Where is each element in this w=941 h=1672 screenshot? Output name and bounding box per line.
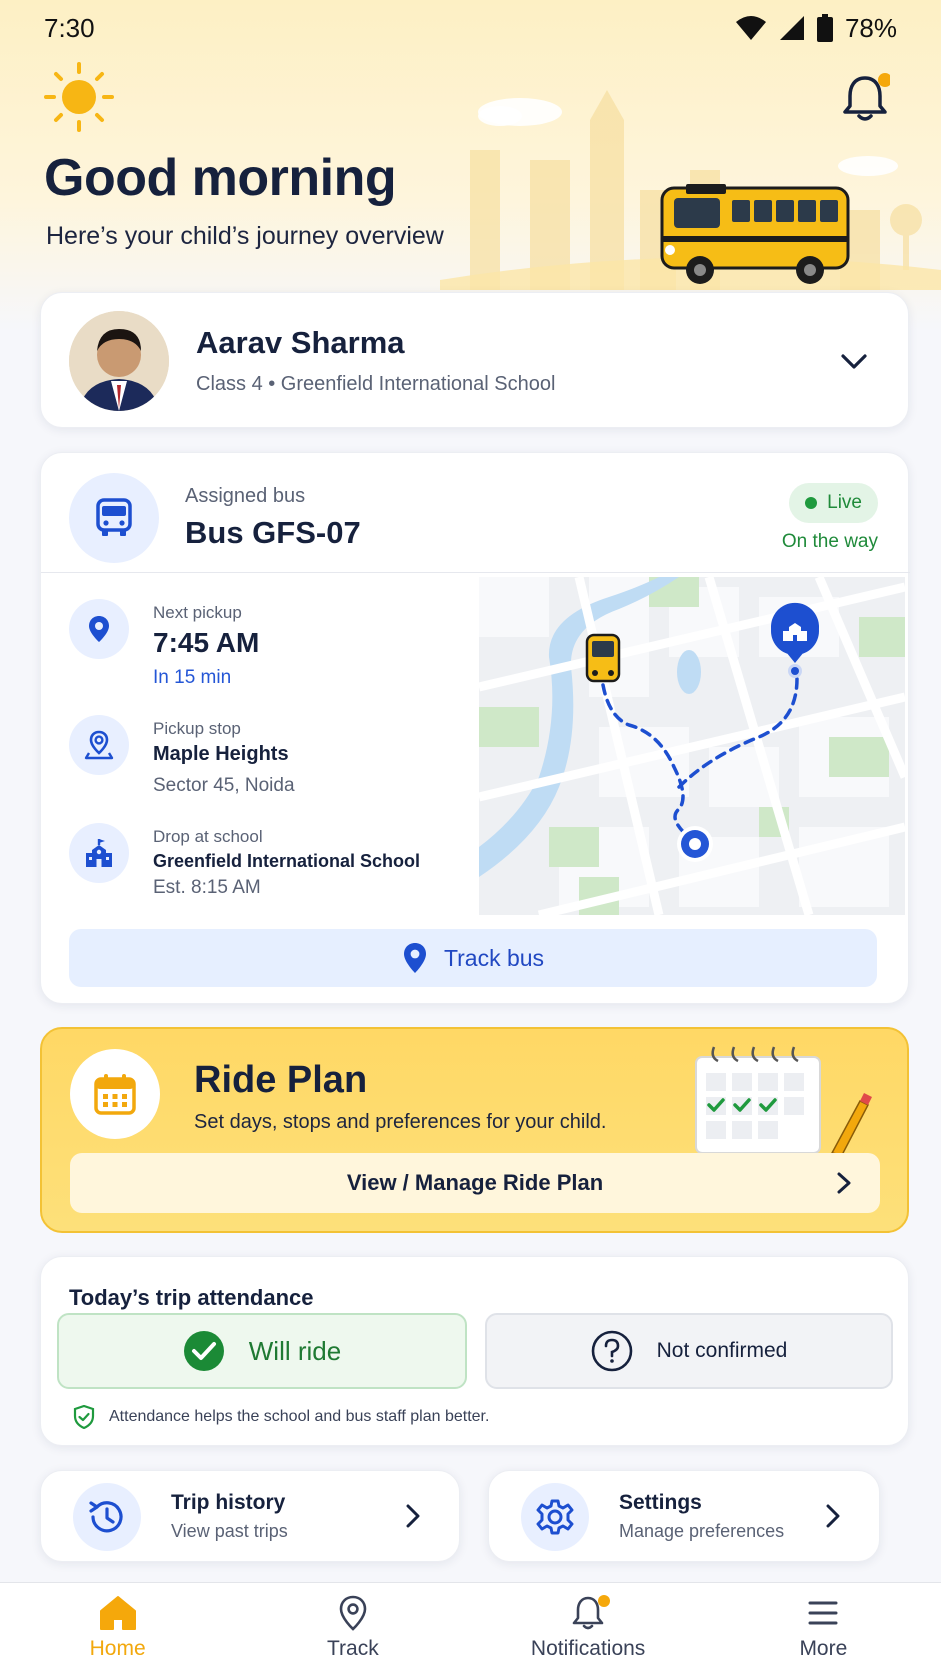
location-pin-icon: [339, 1595, 367, 1631]
pickup-stop-label: Pickup stop: [153, 719, 241, 738]
attendance-card: Today’s trip attendance Will ride Not co…: [40, 1256, 909, 1446]
nav-more[interactable]: More: [706, 1583, 941, 1672]
drop-eta: Est. 8:15 AM: [153, 877, 261, 898]
attendance-note: Attendance helps the school and bus staf…: [73, 1405, 489, 1429]
settings-subtitle: Manage preferences: [619, 1521, 785, 1541]
trip-history-title: Trip history: [171, 1491, 286, 1514]
notification-dot: [598, 1595, 611, 1607]
status-bar: 7:30 78%: [0, 0, 941, 56]
pickup-stop-area: Sector 45, Noida: [153, 775, 295, 796]
child-class-school: Class 4 • Greenfield International Schoo…: [196, 373, 556, 395]
chevron-right-icon: [826, 1504, 840, 1528]
school-bus-illustration: [660, 184, 850, 284]
ride-plan-card: Ride Plan Set days, stops and preference…: [40, 1027, 909, 1233]
bus-marker-icon: [585, 633, 621, 683]
check-circle-icon: [183, 1331, 224, 1371]
pickup-stop-name: Maple Heights: [153, 743, 289, 765]
calendar-icon: [94, 1074, 136, 1115]
pickup-stop-icon: [84, 730, 114, 760]
bus-number: Bus GFS-07: [185, 515, 361, 550]
track-bus-button[interactable]: Track bus: [69, 929, 877, 987]
school-icon: [86, 839, 112, 867]
bus-status-card: Assigned bus Bus GFS-07 Live On the way …: [40, 452, 910, 1004]
ride-plan-subtitle: Set days, stops and preferences for your…: [194, 1111, 607, 1133]
location-pin-icon: [89, 616, 109, 642]
attendance-title: Today’s trip attendance: [69, 1285, 314, 1310]
will-ride-label: Will ride: [248, 1335, 342, 1366]
status-time: 7:30: [44, 12, 95, 43]
live-badge: Live: [789, 483, 878, 523]
child-name: Aarav Sharma: [196, 325, 405, 360]
location-pin-icon: [403, 943, 426, 973]
nav-home[interactable]: Home: [0, 1583, 235, 1672]
divider: [41, 572, 910, 573]
next-pickup-time: 7:45 AM: [153, 627, 260, 658]
will-ride-button[interactable]: Will ride: [57, 1313, 467, 1389]
greeting-subtitle: Here’s your child’s journey overview: [46, 222, 444, 250]
live-dot-icon: [805, 497, 818, 509]
history-icon: [89, 1501, 123, 1533]
pickup-marker-icon: [677, 826, 713, 862]
manage-ride-plan-label: View / Manage Ride Plan: [346, 1170, 604, 1195]
assigned-bus-label: Assigned bus: [185, 485, 306, 507]
nav-track-label: Track: [327, 1637, 379, 1660]
next-pickup-eta: In 15 min: [153, 667, 232, 688]
not-confirmed-label: Not confirmed: [656, 1339, 788, 1362]
signal-icon: [779, 16, 804, 40]
route-map[interactable]: [479, 577, 905, 915]
sun-icon: [44, 62, 114, 132]
nav-notifications-label: Notifications: [530, 1637, 646, 1660]
battery-icon: [816, 14, 833, 42]
manage-ride-plan-button[interactable]: View / Manage Ride Plan: [70, 1153, 880, 1213]
shield-check-icon: [73, 1405, 95, 1429]
next-pickup-label: Next pickup: [153, 603, 242, 622]
question-circle-icon: [591, 1330, 632, 1372]
chevron-right-icon: [837, 1172, 851, 1194]
gear-icon: [536, 1499, 574, 1535]
settings-title: Settings: [619, 1491, 702, 1514]
settings-link[interactable]: Settings Manage preferences: [488, 1470, 880, 1562]
nav-more-label: More: [799, 1637, 848, 1660]
greeting-title: Good morning: [44, 149, 397, 207]
home-icon: [99, 1596, 136, 1630]
nav-track[interactable]: Track: [235, 1583, 470, 1672]
wifi-icon: [735, 16, 766, 40]
nav-notifications[interactable]: Notifications: [471, 1583, 706, 1672]
bus-icon: [96, 498, 132, 536]
nav-home-label: Home: [89, 1637, 146, 1660]
chevron-down-icon[interactable]: [838, 345, 870, 377]
calendar-illustration: [695, 1046, 872, 1153]
not-confirmed-button[interactable]: Not confirmed: [485, 1313, 893, 1389]
trip-history-subtitle: View past trips: [171, 1521, 288, 1541]
bus-status-text: On the way: [781, 531, 878, 552]
menu-icon: [808, 1601, 838, 1625]
battery-level: 78%: [844, 12, 897, 43]
notification-bell-icon[interactable]: [840, 72, 890, 124]
child-selector-card[interactable]: Aarav Sharma Class 4 • Greenfield Intern…: [40, 292, 909, 428]
bus-icon-badge: [69, 473, 159, 563]
track-bus-label: Track bus: [443, 944, 545, 971]
child-avatar: [69, 311, 169, 411]
ride-plan-title: Ride Plan: [194, 1059, 368, 1101]
live-label: Live: [827, 492, 862, 513]
bottom-navigation: Home Track Notifications More: [0, 1582, 941, 1672]
attendance-note-text: Attendance helps the school and bus staf…: [109, 1408, 490, 1425]
trip-history-link[interactable]: Trip history View past trips: [40, 1470, 460, 1562]
drop-label: Drop at school: [153, 827, 263, 846]
drop-school-name: Greenfield International School: [153, 851, 421, 871]
chevron-right-icon: [406, 1504, 420, 1528]
